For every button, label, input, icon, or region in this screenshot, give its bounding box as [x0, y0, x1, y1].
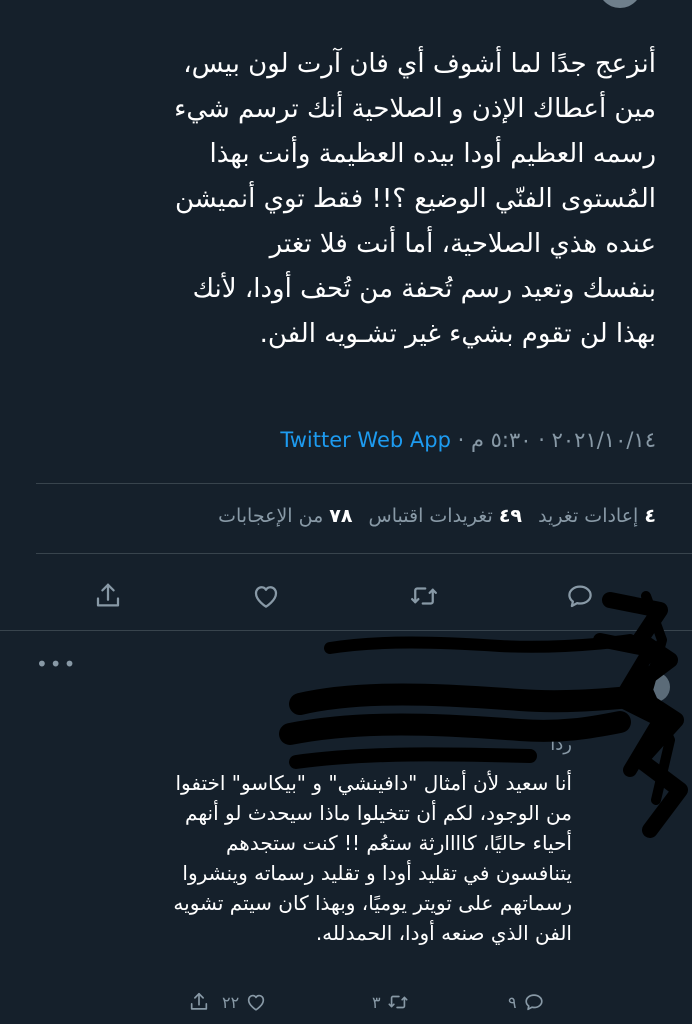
divider: [36, 553, 692, 554]
heart-icon: [254, 586, 278, 608]
replying-to-label: ردًا: [550, 734, 572, 755]
replying-to: ردًا: [550, 734, 572, 755]
reply-text-line: أحياء حاليًا، كاااارثة ستعُم !! كنت ستجد…: [225, 831, 572, 855]
tweet-text-line: رسمه العظيم أودا بيده العظيمة وأنت بهذا: [209, 139, 656, 169]
quotes-label: تغريدات اقتباس: [368, 505, 493, 527]
reply-text-line: من الوجود، لكم أن تتخيلوا ماذا سيحدث لو …: [185, 801, 572, 825]
tweet-text-line: أنزعج جدًا لما أشوف أي فان آرت لون بيس،: [183, 49, 656, 79]
share-icon: [190, 992, 208, 1010]
reply-share-button[interactable]: [188, 988, 210, 1016]
reply-retweet-count: ٣: [372, 992, 381, 1012]
reply-button[interactable]: [560, 576, 600, 616]
reply-like-count: ٢٢: [222, 992, 240, 1012]
heart-icon: [248, 994, 265, 1011]
separator-dot: ·: [450, 428, 465, 452]
reply-retweet-button[interactable]: ٣: [372, 988, 409, 1016]
likes-label: من الإعجابات: [218, 505, 324, 527]
reply-reply-button[interactable]: ٩: [508, 988, 545, 1016]
reply-like-button[interactable]: ٢٢: [222, 988, 267, 1016]
retweets-stat[interactable]: ٤ إعادات تغريد: [538, 505, 656, 527]
tweet-metadata: ٢٠٢١/١٠/١٤ · ٥:٣٠ م · Twitter Web App: [16, 428, 656, 452]
quotes-stat[interactable]: ٤٩ تغريدات اقتباس: [369, 505, 522, 527]
reply-icon: [524, 994, 543, 1011]
likes-count: ٧٨: [329, 505, 353, 527]
likes-stat[interactable]: ٧٨ من الإعجابات: [218, 505, 352, 527]
retweets-count: ٤: [644, 505, 656, 527]
share-icon: [96, 583, 120, 607]
reply-text: أنا سعيد لأن أمثال "دافينشي" و "بيكاسو" …: [32, 768, 572, 948]
reply-reply-count: ٩: [508, 992, 517, 1012]
more-options-icon[interactable]: •••: [36, 652, 77, 676]
quotes-count: ٤٩: [498, 505, 523, 527]
separator-dot: ·: [531, 428, 545, 452]
source-app-link[interactable]: Twitter Web App: [280, 428, 451, 452]
tweet-time[interactable]: ٥:٣٠ م: [471, 428, 532, 452]
divider: [36, 483, 692, 484]
tweet-text-line: عنده هذي الصلاحية، أما أنت فلا تغتر: [269, 229, 656, 259]
share-button[interactable]: [88, 576, 128, 616]
reply-text-line: يتنافسون في تقليد أودا و تقليد رسماته وي…: [182, 861, 572, 885]
retweet-button[interactable]: [404, 576, 444, 616]
avatar[interactable]: [640, 672, 670, 702]
reply-action-bar: ٢٢ ٣ ٩: [0, 988, 692, 1016]
reply-text-line: أنا سعيد لأن أمثال "دافينشي" و "بيكاسو" …: [175, 771, 572, 795]
reply-text-line: رسماتهم على تويتر يوميًا، وبهذا كان سيتم…: [173, 891, 572, 915]
avatar[interactable]: [598, 0, 642, 8]
tweet-text-line: المُستوى الفنّي الوضيع ؟!! فقط توي أنميش…: [175, 184, 656, 214]
engagement-stats: ٤ إعادات تغريد ٤٩ تغريدات اقتباس ٧٨ من ا…: [16, 505, 656, 527]
tweet-date[interactable]: ٢٠٢١/١٠/١٤: [552, 428, 656, 452]
retweet-icon: [388, 995, 408, 1009]
tweet-text: أنزعج جدًا لما أشوف أي فان آرت لون بيس، …: [26, 42, 656, 357]
divider: [0, 630, 692, 631]
tweet-text-line: بنفسك وتعيد رسم تُحفة من تُحف أودا، لأنك: [192, 274, 656, 304]
reply-text-line: الفن الذي صنعه أودا، الحمدلله.: [315, 921, 572, 945]
retweet-icon: [411, 587, 437, 605]
tweet-text-line: مين أعطاك الإذن و الصلاحية أنك ترسم شيء: [174, 94, 656, 124]
reply-icon: [568, 585, 592, 608]
retweets-label: إعادات تغريد: [538, 505, 639, 527]
tweet-action-bar: [0, 576, 692, 616]
like-button[interactable]: [246, 576, 286, 616]
tweet-text-line: بهذا لن تقوم بشيء غير تشـويه الفن.: [259, 319, 656, 349]
